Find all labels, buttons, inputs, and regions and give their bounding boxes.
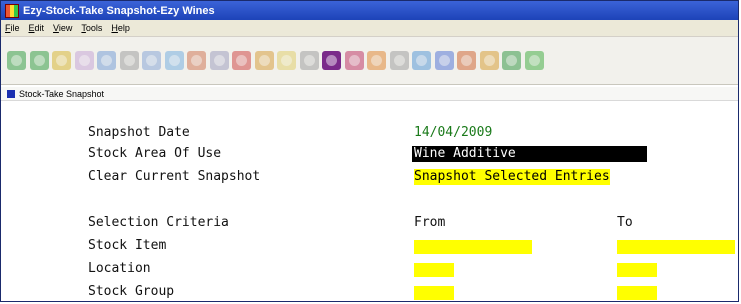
stock-group-to-input[interactable] — [617, 286, 657, 300]
stock-group-label: Stock Group — [88, 284, 175, 299]
menu-bar: File Edit View Tools Help — [1, 20, 738, 37]
to-column-header: To — [617, 215, 633, 230]
snapshot-date-field[interactable]: 14/04/2009 — [414, 125, 492, 141]
users-icon[interactable] — [187, 51, 206, 70]
menu-file[interactable]: File — [1, 23, 25, 33]
location-label: Location — [88, 261, 151, 276]
forward-arrow-icon[interactable] — [29, 51, 49, 70]
pencil-icon[interactable] — [142, 51, 161, 70]
application-window: Ezy-Stock-Take Snapshot-Ezy Wines File E… — [0, 0, 739, 302]
gear-icon[interactable] — [389, 51, 409, 70]
wine-icon[interactable] — [322, 51, 341, 70]
edit-icon[interactable] — [209, 51, 229, 70]
clear-snapshot-label: Clear Current Snapshot — [88, 169, 261, 184]
stock-area-label: Stock Area Of Use — [88, 146, 222, 161]
money-icon[interactable] — [524, 51, 544, 70]
location-from-input[interactable] — [414, 263, 454, 277]
grapes-icon[interactable] — [344, 51, 364, 70]
tree-icon[interactable] — [502, 51, 521, 70]
cup-icon[interactable] — [254, 51, 274, 70]
location-to-input[interactable] — [617, 263, 657, 277]
menu-edit[interactable]: Edit — [25, 23, 50, 33]
back-arrow-icon[interactable] — [7, 51, 26, 70]
people2-icon[interactable] — [74, 51, 94, 70]
menu-help[interactable]: Help — [107, 23, 135, 33]
window-title: Ezy-Stock-Take Snapshot-Ezy Wines — [23, 4, 215, 17]
title-bar: Ezy-Stock-Take Snapshot-Ezy Wines — [1, 1, 738, 20]
document-title: Stock-Take Snapshot — [19, 88, 105, 99]
from-column-header: From — [414, 215, 446, 230]
glass-icon[interactable] — [277, 51, 296, 70]
box-icon[interactable] — [367, 51, 386, 70]
bottle-icon[interactable] — [299, 51, 319, 70]
globe-icon[interactable] — [412, 51, 431, 70]
clear-snapshot-field[interactable]: Snapshot Selected Entries — [414, 169, 610, 185]
menu-view[interactable]: View — [49, 23, 77, 33]
mail-icon[interactable] — [232, 51, 251, 70]
menu-tools[interactable]: Tools — [77, 23, 107, 33]
people-icon[interactable] — [52, 51, 71, 70]
stock-item-label: Stock Item — [88, 238, 167, 253]
book-icon[interactable] — [457, 51, 476, 70]
stock-item-from-input[interactable] — [414, 240, 532, 254]
app-icon — [5, 3, 19, 18]
snapshot-date-label: Snapshot Date — [88, 125, 190, 140]
document-icon — [7, 89, 15, 98]
snapshot-form: Snapshot Date 14/04/2009 Stock Area Of U… — [1, 101, 738, 301]
document-tab: Stock-Take Snapshot — [1, 87, 738, 101]
truck-icon[interactable] — [97, 51, 116, 70]
stock-area-field[interactable]: Wine Additive — [412, 146, 647, 162]
calculator-icon[interactable] — [164, 51, 184, 70]
stock-item-to-input[interactable] — [617, 240, 735, 254]
toolbar — [1, 37, 738, 85]
stock-group-from-input[interactable] — [414, 286, 454, 300]
selection-criteria-label: Selection Criteria — [88, 215, 229, 230]
printer-icon[interactable] — [119, 51, 139, 70]
package-icon[interactable] — [479, 51, 499, 70]
help-icon[interactable] — [434, 51, 454, 70]
